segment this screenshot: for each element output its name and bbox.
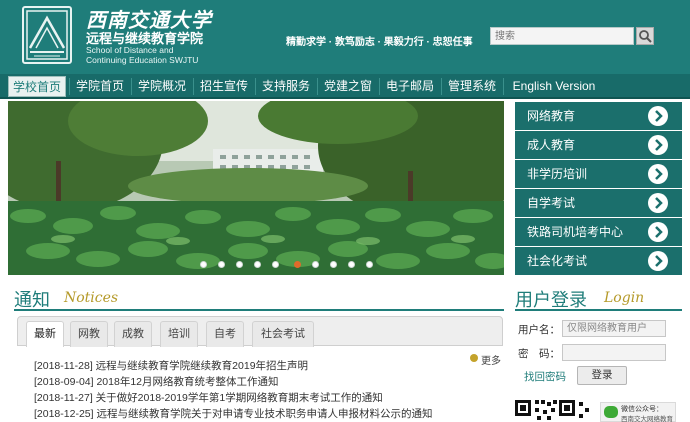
nav-item-college-home[interactable]: 学院首页 bbox=[72, 76, 128, 97]
nav-item-school-home[interactable]: 学校首页 bbox=[8, 76, 66, 97]
side-item-label: 社会化考试 bbox=[527, 254, 588, 268]
banner-image bbox=[8, 101, 504, 275]
side-item-non-degree-training[interactable]: 非学历培训 bbox=[515, 160, 682, 188]
forgot-password-link[interactable]: 找回密码 bbox=[524, 369, 566, 384]
side-menu: 网络教育 成人教育 非学历培训 自学考试 铁路司机培考中心 社会化考试 bbox=[515, 101, 682, 275]
chevron-right-icon bbox=[648, 106, 668, 126]
site-header: 西南交通大学 远程与继续教育学院 School of Distance and … bbox=[0, 0, 690, 74]
side-item-label: 非学历培训 bbox=[527, 167, 588, 181]
list-item[interactable]: [2018-11-27] 关于做好2018-2019学年第1学期网络教育期末考试… bbox=[34, 390, 383, 405]
college-name-en-line2: Continuing Education SWJTU bbox=[86, 55, 199, 65]
slide-dot[interactable] bbox=[330, 261, 337, 268]
chevron-right-icon bbox=[648, 222, 668, 242]
nav-divider bbox=[379, 78, 380, 95]
university-logo[interactable] bbox=[22, 6, 72, 64]
nav-item-about[interactable]: 学院概况 bbox=[134, 76, 190, 97]
login-divider bbox=[515, 309, 682, 311]
wechat-icon bbox=[604, 406, 618, 418]
nav-divider bbox=[69, 78, 70, 95]
page: 西南交通大学 远程与继续教育学院 School of Distance and … bbox=[0, 0, 690, 422]
college-name-en-line1: School of Distance and bbox=[86, 45, 174, 55]
login-button[interactable]: 登录 bbox=[577, 366, 627, 385]
nav-item-admin[interactable]: 管理系统 bbox=[444, 76, 500, 97]
username-label: 用户名： bbox=[518, 324, 560, 336]
nav-divider bbox=[317, 78, 318, 95]
notices-subtitle: Notices bbox=[64, 290, 119, 306]
username-input[interactable]: 仅限网络教育用户 bbox=[562, 320, 666, 337]
banner-slideshow[interactable] bbox=[8, 101, 504, 275]
side-item-label: 网络教育 bbox=[527, 109, 576, 123]
list-item[interactable]: [2018-09-04] 2018年12月网络教育统考整体工作通知 bbox=[34, 374, 279, 389]
slide-dot[interactable] bbox=[236, 261, 243, 268]
notices-divider bbox=[14, 309, 504, 311]
nav-item-support[interactable]: 支持服务 bbox=[258, 76, 314, 97]
main-nav: 学校首页 学院首页 学院概况 招生宣传 支持服务 党建之窗 电子邮局 管理系统 … bbox=[0, 74, 690, 99]
login-subtitle: Login bbox=[604, 290, 645, 306]
side-item-label: 成人教育 bbox=[527, 138, 576, 152]
nav-divider bbox=[131, 78, 132, 95]
slide-dot[interactable] bbox=[218, 261, 225, 268]
slide-dot[interactable] bbox=[200, 261, 207, 268]
slide-dot[interactable] bbox=[272, 261, 279, 268]
nav-divider bbox=[193, 78, 194, 95]
tab-social-exams[interactable]: 社会考试 bbox=[252, 321, 314, 347]
slide-dot[interactable] bbox=[254, 261, 261, 268]
tab-online[interactable]: 网教 bbox=[70, 321, 108, 347]
wechat-badge: 微信公众号： 西南交大网络教育 bbox=[600, 402, 676, 422]
chevron-right-icon bbox=[648, 193, 668, 213]
side-item-self-study-exam[interactable]: 自学考试 bbox=[515, 189, 682, 217]
chevron-right-icon bbox=[648, 164, 668, 184]
tab-self-study[interactable]: 自考 bbox=[206, 321, 244, 347]
slide-dot[interactable] bbox=[366, 261, 373, 268]
motto: 精勤求学 · 敦笃励志 · 果毅力行 · 忠恕任事 bbox=[286, 37, 473, 48]
tab-adult[interactable]: 成教 bbox=[114, 321, 152, 347]
notice-tabs: 最新 网教 成教 培训 自考 社会考试 bbox=[17, 316, 503, 347]
side-item-adult-education[interactable]: 成人教育 bbox=[515, 131, 682, 159]
qr-code bbox=[515, 398, 595, 422]
wechat-name: 西南交大网络教育 bbox=[621, 416, 673, 422]
list-item[interactable]: [2018-11-28] 远程与继续教育学院继续教育2019年招生声明 bbox=[34, 358, 308, 373]
nav-item-admissions[interactable]: 招生宣传 bbox=[196, 76, 252, 97]
nav-item-english[interactable]: English Version bbox=[506, 76, 602, 97]
side-item-label: 自学考试 bbox=[527, 196, 576, 210]
side-item-online-education[interactable]: 网络教育 bbox=[515, 102, 682, 130]
slide-dot-active[interactable] bbox=[294, 261, 301, 268]
nav-divider bbox=[441, 78, 442, 95]
chevron-right-icon bbox=[648, 135, 668, 155]
search-button[interactable] bbox=[636, 27, 654, 45]
more-link[interactable]: 更多 bbox=[470, 352, 501, 367]
tab-training[interactable]: 培训 bbox=[160, 321, 198, 347]
tab-latest[interactable]: 最新 bbox=[26, 321, 64, 347]
password-label: 密 码： bbox=[518, 348, 560, 360]
nav-divider bbox=[255, 78, 256, 95]
nav-divider bbox=[503, 78, 504, 95]
more-icon bbox=[470, 354, 478, 362]
more-label: 更多 bbox=[481, 356, 501, 367]
side-item-social-exams[interactable]: 社会化考试 bbox=[515, 247, 682, 275]
chevron-right-icon bbox=[648, 251, 668, 271]
password-input[interactable] bbox=[562, 344, 666, 361]
side-item-label: 铁路司机培考中心 bbox=[527, 225, 624, 239]
nav-item-party[interactable]: 党建之窗 bbox=[320, 76, 376, 97]
list-item[interactable]: [2018-12-25] 远程与继续教育学院关于对申请专业技术职务申请人申报材料… bbox=[34, 406, 432, 421]
side-item-railway-driver-center[interactable]: 铁路司机培考中心 bbox=[515, 218, 682, 246]
slide-dot[interactable] bbox=[348, 261, 355, 268]
search-icon bbox=[639, 30, 652, 43]
slide-dot[interactable] bbox=[312, 261, 319, 268]
search-input[interactable]: 搜索 bbox=[490, 27, 634, 45]
nav-item-email[interactable]: 电子邮局 bbox=[382, 76, 438, 97]
